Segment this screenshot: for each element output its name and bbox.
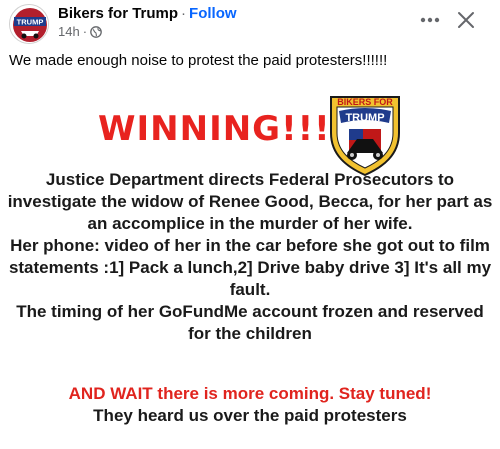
body-line: investigate the widow of Renee Good, Bec… [7,192,493,211]
author-separator: · [181,5,187,22]
close-icon[interactable] [452,6,480,34]
post-header: TRUMP Bikers for Trump · Follow 14h · [0,0,500,46]
body-line: for the children [188,324,312,343]
warning-text: AND WAIT there is more coming. Stay tune… [68,384,432,403]
page-avatar[interactable]: TRUMP [9,4,49,44]
author-line: Bikers for Trump · Follow [58,4,237,23]
avatar-text: TRUMP [17,18,44,27]
body-line: The timing of her GoFundMe account froze… [16,302,484,321]
body-line: Her phone: video of her in the car befor… [10,236,490,255]
body-line: an accomplice in the murder of her wife. [87,214,413,233]
follow-button[interactable]: Follow [189,5,237,22]
meta-separator: · [82,24,88,39]
closing-text: They heard us over the paid protesters [93,406,407,425]
headline: WINNING!!! [98,109,331,149]
author-name[interactable]: Bikers for Trump [58,5,178,22]
avatar-logo-icon: TRUMP [10,5,48,43]
body-line: Justice Department directs Federal Prose… [45,170,455,189]
more-horizontal-icon[interactable] [418,8,442,32]
post-meta: 14h · [58,24,102,39]
post-image[interactable]: WINNING!!! BIKERS FOR TRUMP Justice Depa… [0,85,500,449]
badge-top-text: BIKERS FOR [337,97,393,107]
post-timestamp[interactable]: 14h [58,24,80,39]
globe-icon [90,25,102,38]
post-caption: We made enough noise to protest the paid… [9,52,388,69]
body-line: fault. [229,280,271,299]
body-line: statements :1] Pack a lunch,2] Drive bab… [8,258,492,277]
badge-main-text: TRUMP [345,112,384,124]
bikers-for-trump-badge-icon: BIKERS FOR TRUMP [330,96,400,177]
body-text: Justice Department directs Federal Prose… [0,169,500,345]
